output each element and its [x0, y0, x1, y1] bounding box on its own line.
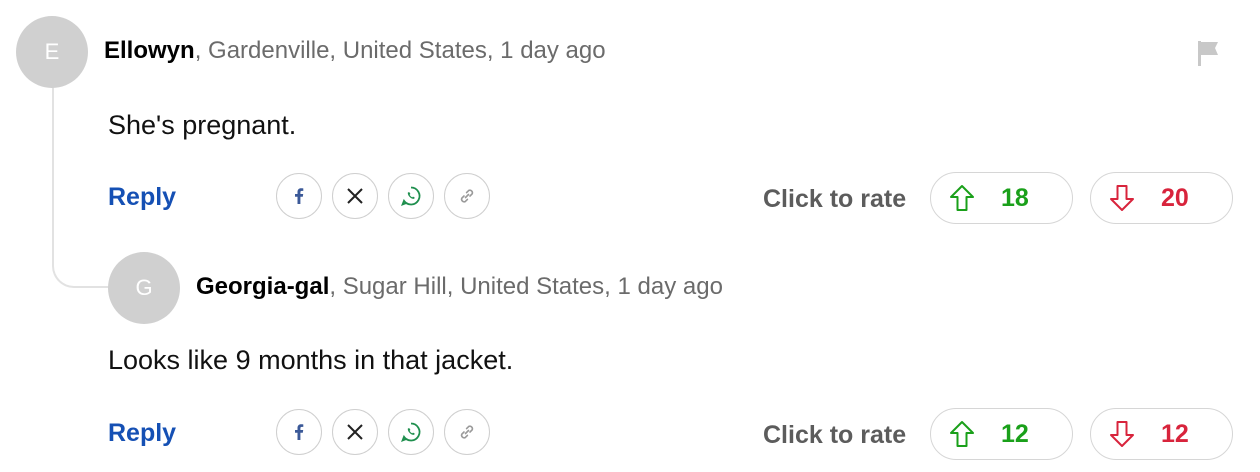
- comment-location-time: , Gardenville, United States, 1 day ago: [194, 37, 606, 64]
- arrow-down-icon: [1110, 421, 1134, 447]
- link-icon: [460, 425, 474, 439]
- reply-button[interactable]: Reply: [108, 183, 176, 212]
- share-whatsapp-button[interactable]: [388, 409, 434, 455]
- share-x-button[interactable]: [332, 409, 378, 455]
- avatar: E: [16, 16, 88, 88]
- rate-label: Click to rate: [763, 185, 907, 213]
- downvote-button[interactable]: 20: [1090, 172, 1233, 224]
- upvote-button[interactable]: 18: [930, 172, 1073, 224]
- author-name[interactable]: Ellowyn: [104, 37, 195, 64]
- upvote-button[interactable]: 12: [930, 408, 1073, 460]
- copy-link-button[interactable]: [444, 173, 490, 219]
- x-icon: [347, 188, 363, 204]
- x-icon: [347, 424, 363, 440]
- upvote-count: 18: [1001, 183, 1029, 212]
- avatar-letter: E: [44, 39, 60, 64]
- share-x-button[interactable]: [332, 173, 378, 219]
- avatar-letter: G: [135, 275, 153, 300]
- downvote-button[interactable]: 12: [1090, 408, 1233, 460]
- avatar: G: [108, 252, 180, 324]
- whatsapp-icon: [401, 186, 421, 206]
- share-facebook-button[interactable]: [276, 409, 322, 455]
- arrow-down-icon: [1110, 185, 1134, 211]
- flag-icon[interactable]: [1194, 38, 1224, 68]
- reply-button[interactable]: Reply: [108, 419, 176, 448]
- author-name[interactable]: Georgia-gal: [196, 273, 329, 300]
- comment-text: She's pregnant.: [108, 110, 297, 140]
- share-whatsapp-button[interactable]: [388, 173, 434, 219]
- share-facebook-button[interactable]: [276, 173, 322, 219]
- arrow-up-icon: [950, 421, 974, 447]
- comment-location-time: , Sugar Hill, United States, 1 day ago: [329, 273, 723, 300]
- link-icon: [460, 189, 474, 203]
- whatsapp-icon: [401, 422, 421, 442]
- comment-meta: Georgia-gal, Sugar Hill, United States, …: [196, 273, 723, 301]
- thread-line: [52, 86, 54, 250]
- arrow-up-icon: [950, 185, 974, 211]
- facebook-icon: [295, 424, 304, 440]
- downvote-count: 20: [1161, 183, 1189, 212]
- rate-label: Click to rate: [763, 421, 907, 449]
- facebook-icon: [295, 188, 304, 204]
- copy-link-button[interactable]: [444, 409, 490, 455]
- comment-text: Looks like 9 months in that jacket.: [108, 345, 514, 375]
- thread-line-connector: [52, 230, 112, 288]
- comment-meta: Ellowyn, Gardenville, United States, 1 d…: [104, 37, 606, 65]
- upvote-count: 12: [1001, 419, 1029, 448]
- downvote-count: 12: [1161, 419, 1189, 448]
